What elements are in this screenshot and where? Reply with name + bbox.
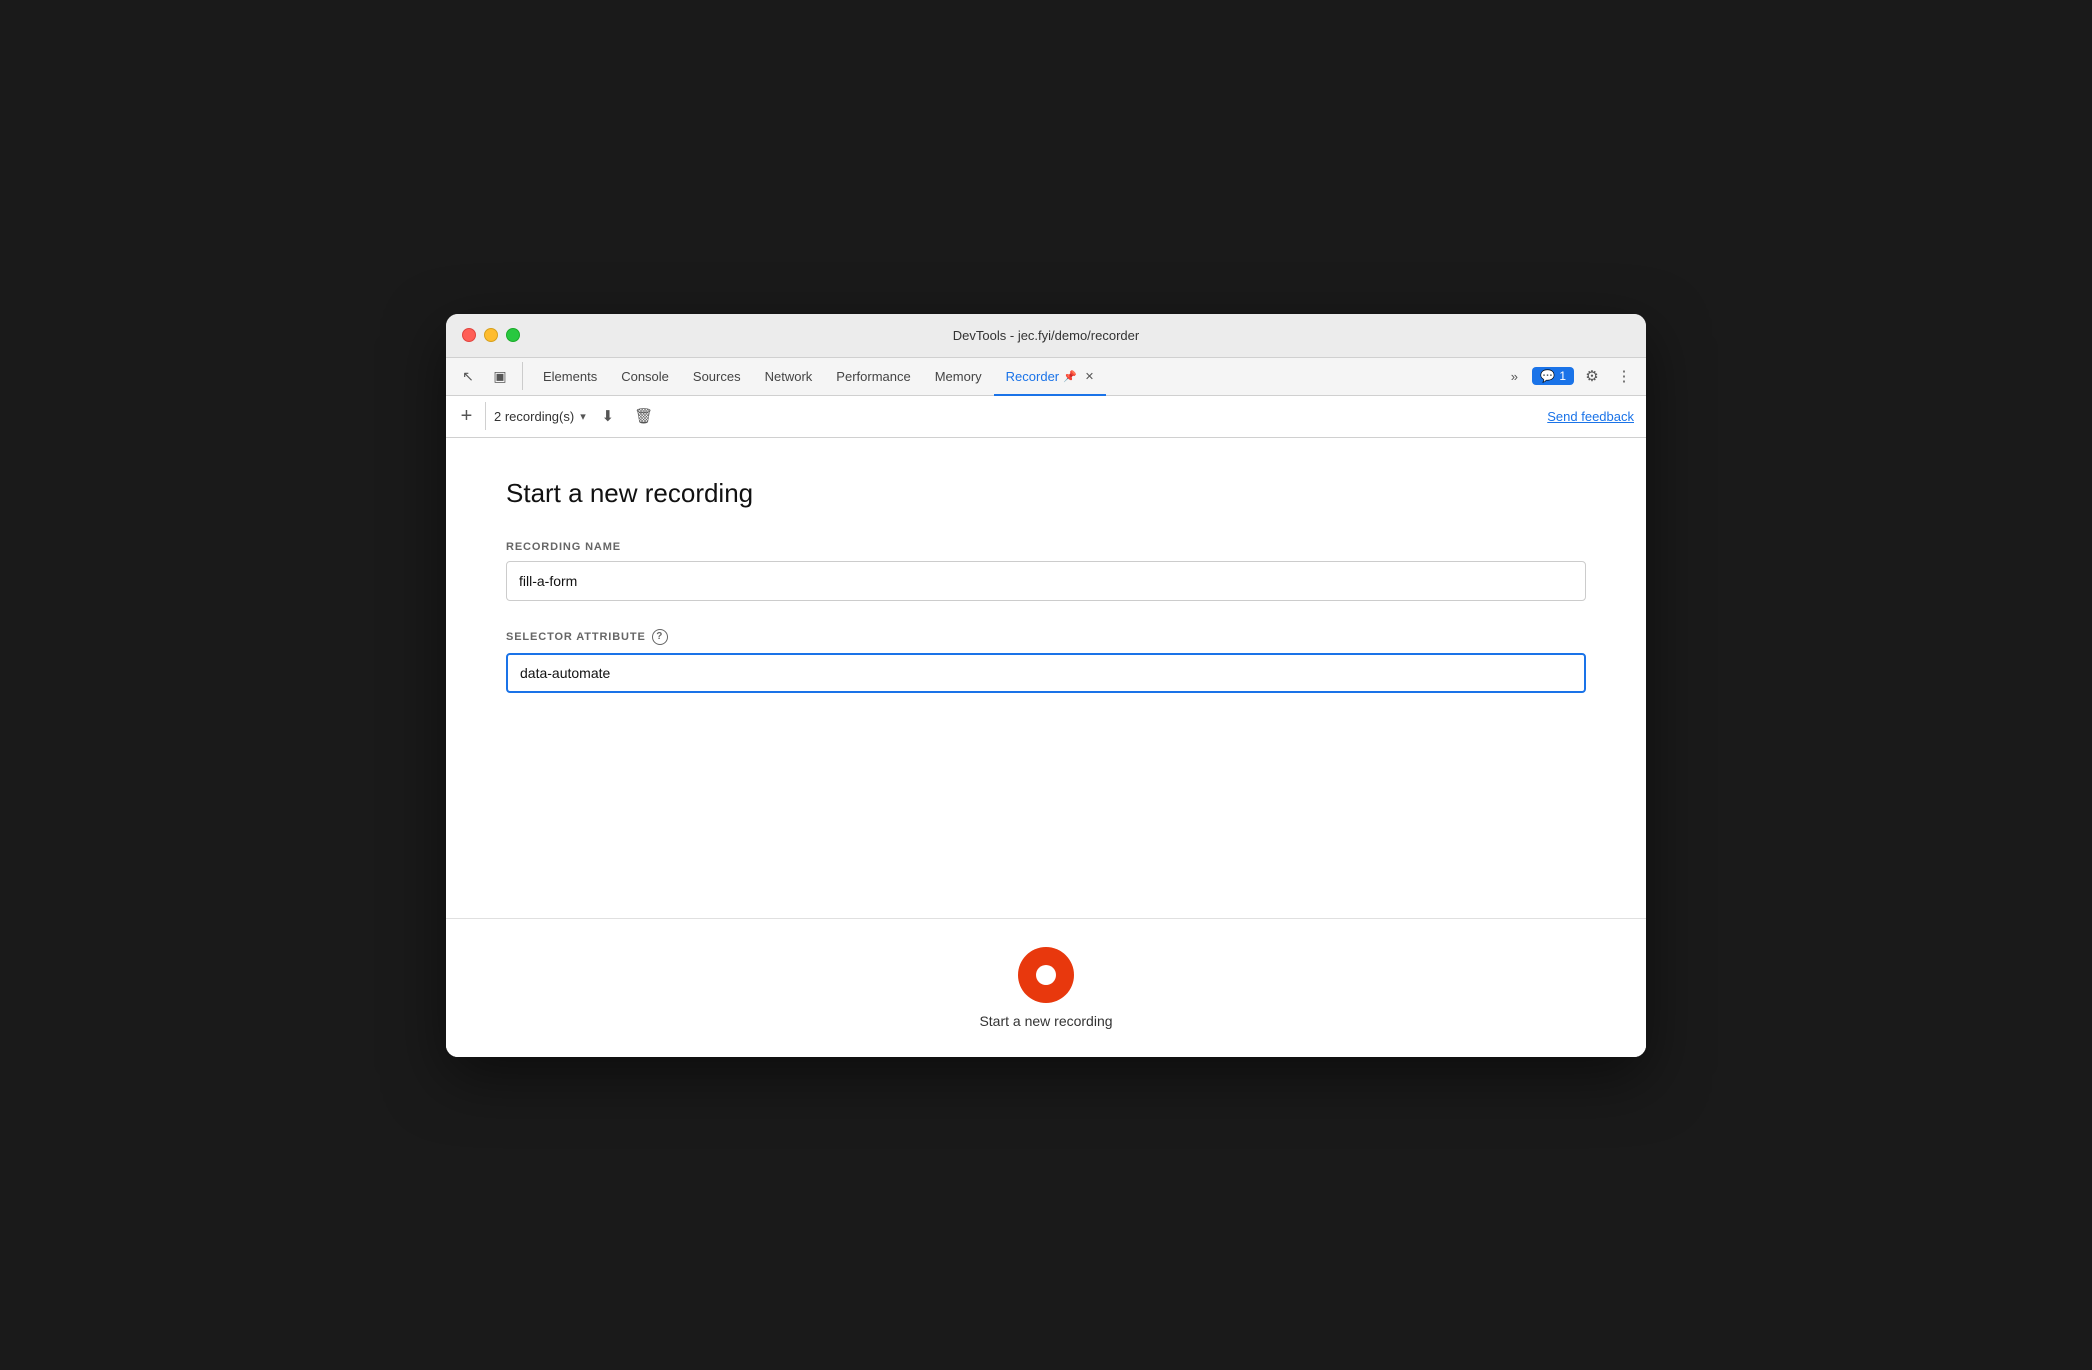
start-recording-label: Start a new recording [979,1013,1112,1029]
add-recording-button[interactable]: + [458,402,486,430]
device-icon-button[interactable]: ▣ [486,362,514,390]
more-options-button[interactable]: ⋮ [1610,362,1638,390]
recording-count-label: 2 recording(s) [494,409,574,424]
more-tabs-button[interactable]: » [1500,362,1528,390]
minimize-button[interactable] [484,328,498,342]
tab-recorder[interactable]: Recorder 📌 ✕ [994,358,1106,396]
recording-name-label: RECORDING NAME [506,541,1586,553]
maximize-button[interactable] [506,328,520,342]
tab-elements[interactable]: Elements [531,358,609,396]
devtools-tab-bar: ↖ ▣ Elements Console Sources Network Per… [446,358,1646,396]
tab-close-icon[interactable]: ✕ [1085,370,1094,383]
pin-icon: 📌 [1063,370,1077,383]
recording-name-input[interactable] [506,561,1586,601]
page-title: Start a new recording [506,478,1586,509]
devtools-window: DevTools - jec.fyi/demo/recorder ↖ ▣ Ele… [446,314,1646,1057]
help-icon[interactable]: ? [652,629,668,645]
cursor-icon-button[interactable]: ↖ [454,362,482,390]
settings-icon: ⚙ [1585,367,1598,385]
download-icon: ⬇ [601,407,614,425]
selector-attribute-input[interactable] [506,653,1586,693]
start-recording-button[interactable] [1018,947,1074,1003]
tab-toolbar-icons: ↖ ▣ [454,362,523,390]
selector-attribute-label: SELECTOR ATTRIBUTE ? [506,629,1586,645]
recording-name-field-group: RECORDING NAME [506,541,1586,601]
title-bar: DevTools - jec.fyi/demo/recorder [446,314,1646,358]
device-icon: ▣ [493,368,506,385]
download-button[interactable]: ⬇ [594,402,622,430]
chat-badge[interactable]: 💬 1 [1532,367,1574,385]
recorder-toolbar: + 2 recording(s) ▾ ⬇ 🗑 Send feedback [446,396,1646,438]
traffic-lights [462,328,520,342]
recording-selector[interactable]: 2 recording(s) ▾ [494,409,586,424]
record-dot-icon [1036,965,1056,985]
cursor-icon: ↖ [462,368,474,385]
settings-button[interactable]: ⚙ [1578,362,1606,390]
tab-memory[interactable]: Memory [923,358,994,396]
tab-right-controls: » 💬 1 ⚙ ⋮ [1500,362,1638,390]
chat-icon: 💬 [1540,369,1555,383]
record-section: Start a new recording [446,918,1646,1057]
tab-console[interactable]: Console [609,358,681,396]
delete-button[interactable]: 🗑 [630,402,658,430]
selector-attribute-field-group: SELECTOR ATTRIBUTE ? [506,629,1586,693]
tab-network[interactable]: Network [753,358,825,396]
tab-performance[interactable]: Performance [824,358,922,396]
record-area: Start a new recording [446,919,1646,1057]
add-icon: + [461,405,473,428]
window-title: DevTools - jec.fyi/demo/recorder [953,328,1139,343]
main-content: Start a new recording RECORDING NAME SEL… [446,438,1646,918]
tab-sources[interactable]: Sources [681,358,753,396]
trash-icon: 🗑 [634,407,653,425]
send-feedback-link[interactable]: Send feedback [1547,409,1634,424]
close-button[interactable] [462,328,476,342]
chevron-down-icon: ▾ [580,410,586,423]
more-icon: ⋮ [1617,367,1632,385]
